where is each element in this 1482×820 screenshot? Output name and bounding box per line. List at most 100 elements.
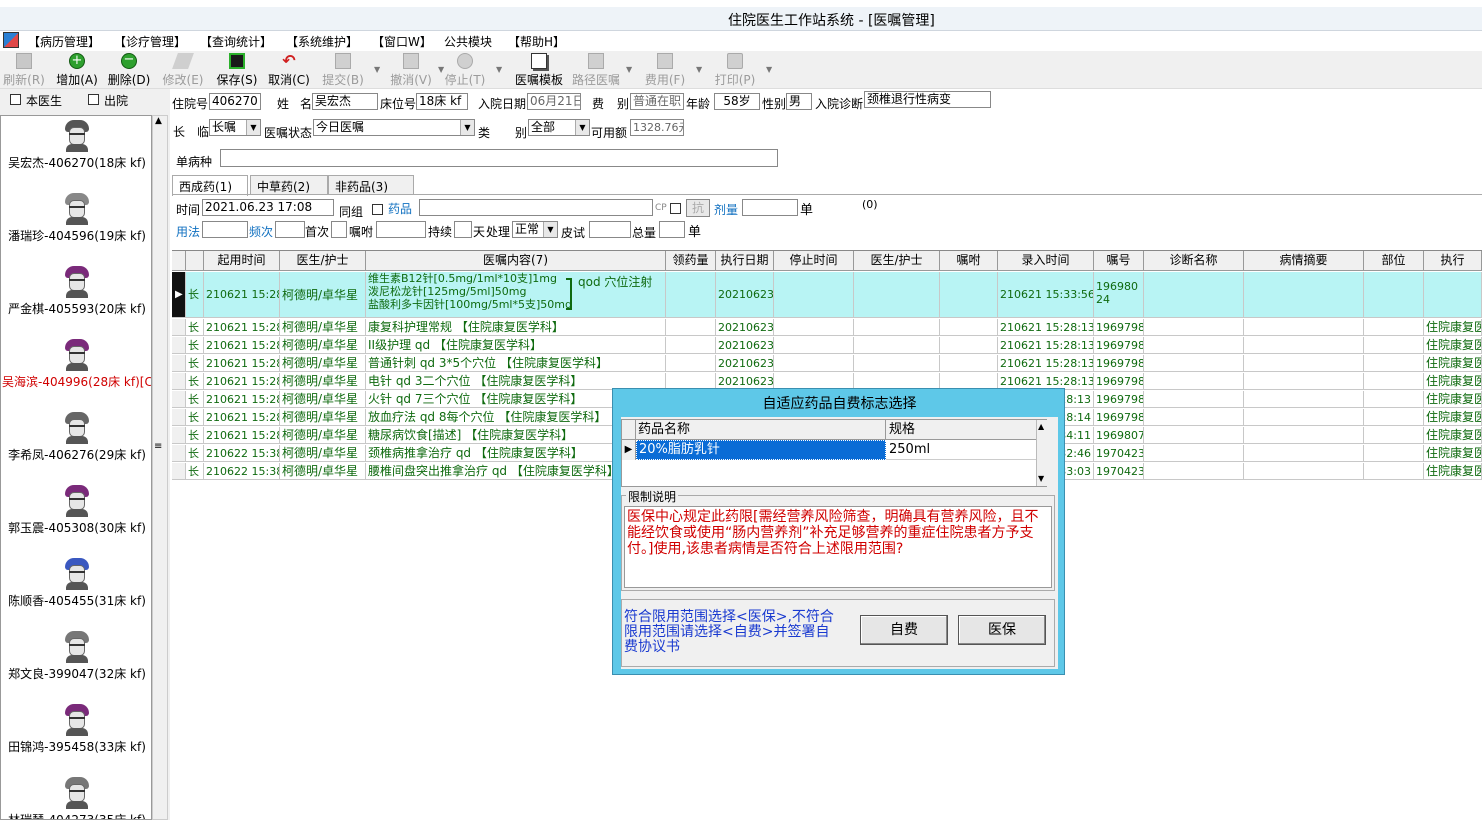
menu-query[interactable]: 【查询统计】 <box>200 33 272 50</box>
grid-header[interactable]: 诊断名称 <box>1144 251 1244 271</box>
admit-diagnosis-field[interactable]: 颈椎退行性病变 <box>864 91 991 108</box>
single-disease-field[interactable] <box>220 149 778 167</box>
skin-test-input[interactable] <box>589 221 631 238</box>
revoke-button[interactable]: 撤消(V) <box>388 53 434 87</box>
duration-input[interactable] <box>454 221 472 238</box>
cancel-button[interactable]: ↶ 取消(C) <box>266 53 312 88</box>
discharged-checkbox[interactable] <box>88 94 99 105</box>
drug-input[interactable] <box>419 199 653 216</box>
patient-list: 吴宏杰-406270(18床 kf) 潘瑞珍-404596(19床 kf) 严金棋-… <box>0 115 152 820</box>
order-type-select[interactable]: 长嘱 ▼ <box>209 119 261 136</box>
patient-list-item[interactable]: 李希凤-406276(29床 kf) <box>1 412 151 463</box>
antibiotic-button[interactable]: 抗 <box>686 199 710 217</box>
pathway-order-button[interactable]: 路径医嘱 <box>570 53 622 87</box>
instruction-input[interactable] <box>376 221 426 238</box>
same-group-checkbox[interactable] <box>372 204 383 215</box>
grid-header[interactable]: 录入时间 <box>998 251 1094 271</box>
menu-system[interactable]: 【系统维护】 <box>286 33 358 50</box>
menu-treatment[interactable]: 【诊疗管理】 <box>114 33 186 50</box>
patient-list-item[interactable]: 郭玉震-405308(30床 kf) <box>1 485 151 536</box>
my-patients-checkbox[interactable] <box>10 94 21 105</box>
grid-header[interactable]: 起用时间 <box>204 251 280 271</box>
limit-groupbox: 限制说明 医保中心规定此药限[需经营养风险筛查，明确具有营养风险，且不能经饮食或… <box>621 488 1055 591</box>
grid-header[interactable]: 嘱咐 <box>940 251 998 271</box>
fee-type-field[interactable]: 普通在职 <box>630 93 684 110</box>
app-icon[interactable] <box>3 32 19 48</box>
submit-dropdown-icon[interactable]: ▼ <box>374 65 380 74</box>
menu-help[interactable]: 【帮助H】 <box>508 33 565 50</box>
save-button[interactable]: 保存(S) <box>214 53 260 87</box>
grid-header[interactable]: 停止时间 <box>774 251 854 271</box>
order-template-button[interactable]: 医嘱模板 <box>512 53 566 87</box>
insurance-button[interactable]: 医保 <box>958 615 1046 645</box>
scroll-thumb-icon[interactable]: ≡ <box>154 441 162 452</box>
age-field[interactable]: 58岁 <box>714 93 760 110</box>
usage-input[interactable] <box>202 221 248 238</box>
self-pay-button[interactable]: 自费 <box>860 615 948 645</box>
table-row[interactable]: 长 210621 15:28 柯德明/卓华星 II级护理 qd 【住院康复医学科】 20… <box>172 337 1482 354</box>
handling-select[interactable]: 正常 ▼ <box>512 221 558 238</box>
patient-list-item[interactable]: 严金棋-405593(20床 kf) <box>1 266 151 317</box>
grid-header[interactable]: 领药量 <box>666 251 716 271</box>
patient-list-item[interactable]: 田锦鸿-395458(33床 kf) <box>1 704 151 755</box>
order-time-field[interactable]: 2021.06.23 17:08 <box>202 199 334 216</box>
patient-list-item[interactable]: 吴宏杰-406270(18床 kf) <box>1 120 151 171</box>
category-select[interactable]: 全部 ▼ <box>528 119 590 136</box>
print-dropdown-icon[interactable]: ▼ <box>766 65 772 74</box>
grid-header[interactable]: 医生/护士 <box>280 251 366 271</box>
patient-name-field[interactable]: 吴宏杰 <box>312 93 378 110</box>
table-row[interactable]: 长 210621 15:28 柯德明/卓华星 普通针刺 qd 3*5个穴位 【住院康复… <box>172 355 1482 372</box>
frequency-input[interactable] <box>275 221 305 238</box>
tab-non-drug[interactable]: 非药品(3) <box>328 175 414 195</box>
add-button[interactable]: + 增加(A) <box>54 53 100 87</box>
refresh-button[interactable]: 刷新(R) <box>2 53 46 87</box>
stop-dropdown-icon[interactable]: ▼ <box>496 65 502 74</box>
patient-list-item[interactable]: 林瑞琴-404273(35床 kf) <box>1 777 151 819</box>
grid-header[interactable]: 执行日期 <box>716 251 774 271</box>
admit-date-field[interactable]: 06月21日 <box>527 93 581 110</box>
table-row[interactable]: 长 210621 15:28 柯德明/卓华星 康复科护理常规 【住院康复医学科】 202… <box>172 319 1482 336</box>
drug-table-scrollbar[interactable]: ▲ ▼ <box>1036 420 1048 486</box>
patient-list-item[interactable]: 郑文良-399047(32床 kf) <box>1 631 151 682</box>
exec-dept-cell: 住院康复医 <box>1426 355 1482 371</box>
delete-button[interactable]: − 删除(D) <box>106 53 152 87</box>
menu-window[interactable]: 【窗口W】 <box>372 33 432 50</box>
menu-record[interactable]: 【病历管理】 <box>28 33 100 50</box>
grid-header[interactable]: 执行 <box>1424 251 1482 271</box>
grid-header[interactable] <box>186 251 204 271</box>
tab-herbal[interactable]: 中草药(2) <box>250 175 328 195</box>
pathway-dropdown-icon[interactable]: ▼ <box>626 65 632 74</box>
edit-button[interactable]: 修改(E) <box>160 53 206 87</box>
grid-header[interactable]: 嘱号 <box>1094 251 1144 271</box>
total-input[interactable] <box>659 221 685 238</box>
patient-list-item[interactable]: 潘瑞珍-404596(19床 kf) <box>1 193 151 244</box>
submit-button[interactable]: 提交(B) <box>320 53 366 87</box>
grid-header[interactable]: 病情摘要 <box>1244 251 1364 271</box>
patient-list-item[interactable]: 陈顺香-405455(31床 kf) <box>1 558 151 609</box>
stop-button[interactable]: 停止(T) <box>442 53 488 87</box>
scroll-down-icon[interactable]: ▼ <box>1038 474 1044 483</box>
print-button[interactable]: 打印(P) <box>712 53 758 87</box>
tab-western[interactable]: 西成药(1) <box>172 175 248 196</box>
inpatient-no-field[interactable]: 406270 <box>209 93 261 110</box>
first-dose-input[interactable] <box>331 221 347 238</box>
grid-header[interactable]: 部位 <box>1364 251 1424 271</box>
bed-field[interactable]: 18床 kf <box>416 93 468 110</box>
temp-label: 临 <box>197 125 210 139</box>
order-status-select[interactable]: 今日医嘱 ▼ <box>313 119 475 136</box>
scroll-up-icon[interactable]: ▲ <box>155 116 162 126</box>
cp-checkbox[interactable] <box>670 203 681 214</box>
menu-public[interactable]: 公共模块 <box>444 33 492 50</box>
grid-header[interactable]: 医生/护士 <box>854 251 940 271</box>
scroll-up-icon[interactable]: ▲ <box>1038 422 1044 431</box>
sex-field[interactable]: 男 <box>786 93 812 110</box>
patient-list-scrollbar[interactable]: ▲ ≡ <box>152 115 168 820</box>
fee-dropdown-icon[interactable]: ▼ <box>696 65 702 74</box>
drug-spec-cell[interactable]: 250ml <box>886 440 1036 460</box>
table-row[interactable]: ▶ 长 210621 15:28 柯德明/卓华星 维生素B12针[0.5mg/1ml*1… <box>172 272 1482 318</box>
patient-list-item[interactable]: 吴海滨-404996(28床 kf)[CE <box>1 339 151 390</box>
dose-input[interactable] <box>742 199 798 216</box>
grid-header[interactable]: 医嘱内容(7) <box>366 251 666 271</box>
fee-button[interactable]: 费用(F) <box>642 53 688 87</box>
drug-name-cell[interactable]: 20%脂肪乳针 <box>636 440 886 460</box>
